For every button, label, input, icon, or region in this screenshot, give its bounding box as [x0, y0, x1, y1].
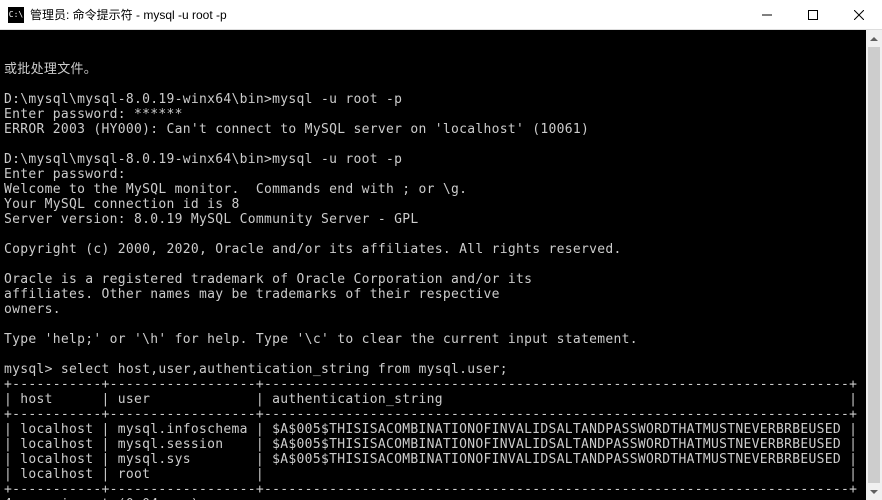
terminal-area[interactable]: 或批处理文件。 D:\mysql\mysql-8.0.19-winx64\bin… — [0, 30, 882, 500]
cmd-icon: C:\ — [8, 7, 24, 23]
window-controls — [744, 0, 882, 29]
scrollbar-thumb[interactable] — [868, 47, 880, 483]
minimize-button[interactable] — [744, 0, 790, 29]
terminal-output: 或批处理文件。 D:\mysql\mysql-8.0.19-winx64\bin… — [4, 62, 878, 500]
close-button[interactable] — [836, 0, 882, 29]
scroll-up-button[interactable] — [866, 30, 882, 47]
scrollbar-track[interactable] — [866, 47, 882, 483]
window-titlebar: C:\ 管理员: 命令提示符 - mysql -u root -p — [0, 0, 882, 30]
maximize-button[interactable] — [790, 0, 836, 29]
window-title: 管理员: 命令提示符 - mysql -u root -p — [30, 6, 744, 23]
scroll-down-button[interactable] — [866, 483, 882, 500]
vertical-scrollbar[interactable] — [866, 30, 882, 500]
